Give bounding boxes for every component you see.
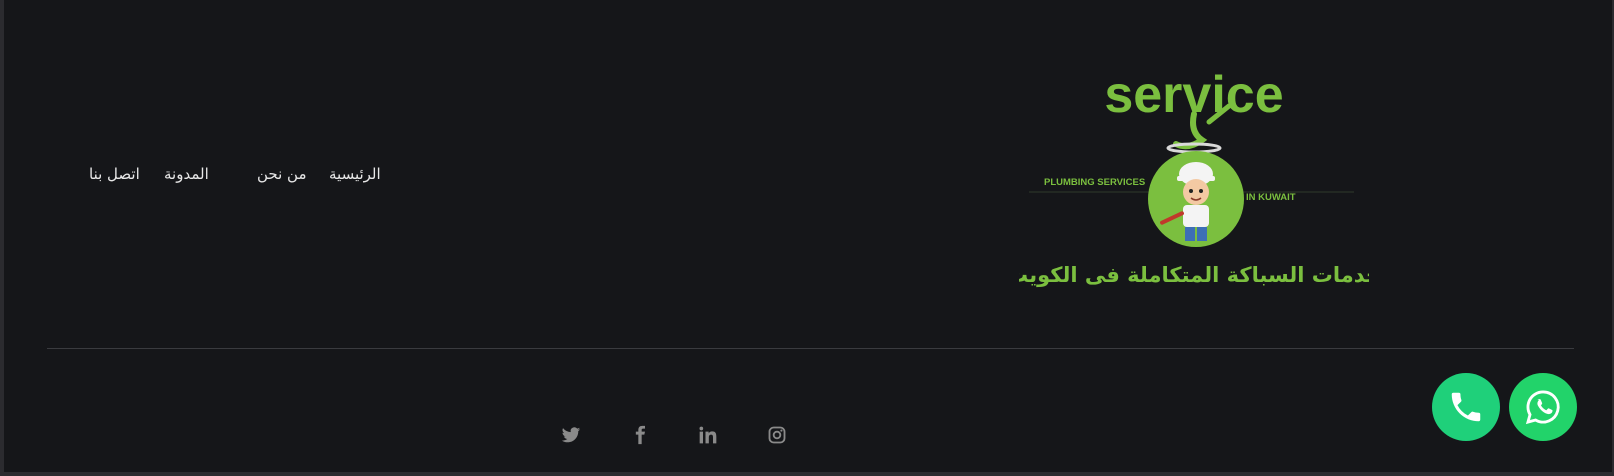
footer-nav: الرئيسية من نحن المدونة اتصل بنا xyxy=(4,165,1612,189)
nav-item-blog[interactable]: المدونة xyxy=(164,165,209,183)
instagram-icon[interactable] xyxy=(767,425,787,445)
linkedin-icon[interactable] xyxy=(698,425,718,445)
logo-arabic-title: خدمات السباكة المتكاملة فى الكويت xyxy=(1019,263,1369,287)
footer-divider xyxy=(47,348,1574,349)
nav-item-home[interactable]: الرئيسية xyxy=(329,165,381,183)
phone-icon xyxy=(1451,392,1481,422)
logo-tagline-right: IN KUWAIT xyxy=(1246,192,1296,203)
nav-item-about[interactable]: من نحن xyxy=(257,165,307,183)
whatsapp-button[interactable] xyxy=(1509,373,1577,441)
call-button[interactable] xyxy=(1432,373,1500,441)
nav-item-contact[interactable]: اتصل بنا xyxy=(89,165,140,183)
whatsapp-icon xyxy=(1525,390,1560,425)
site-footer: service PLUMBING SERVICES IN KUWAIT خدما… xyxy=(4,0,1612,472)
twitter-icon[interactable] xyxy=(561,425,581,445)
facebook-icon[interactable] xyxy=(630,425,650,445)
